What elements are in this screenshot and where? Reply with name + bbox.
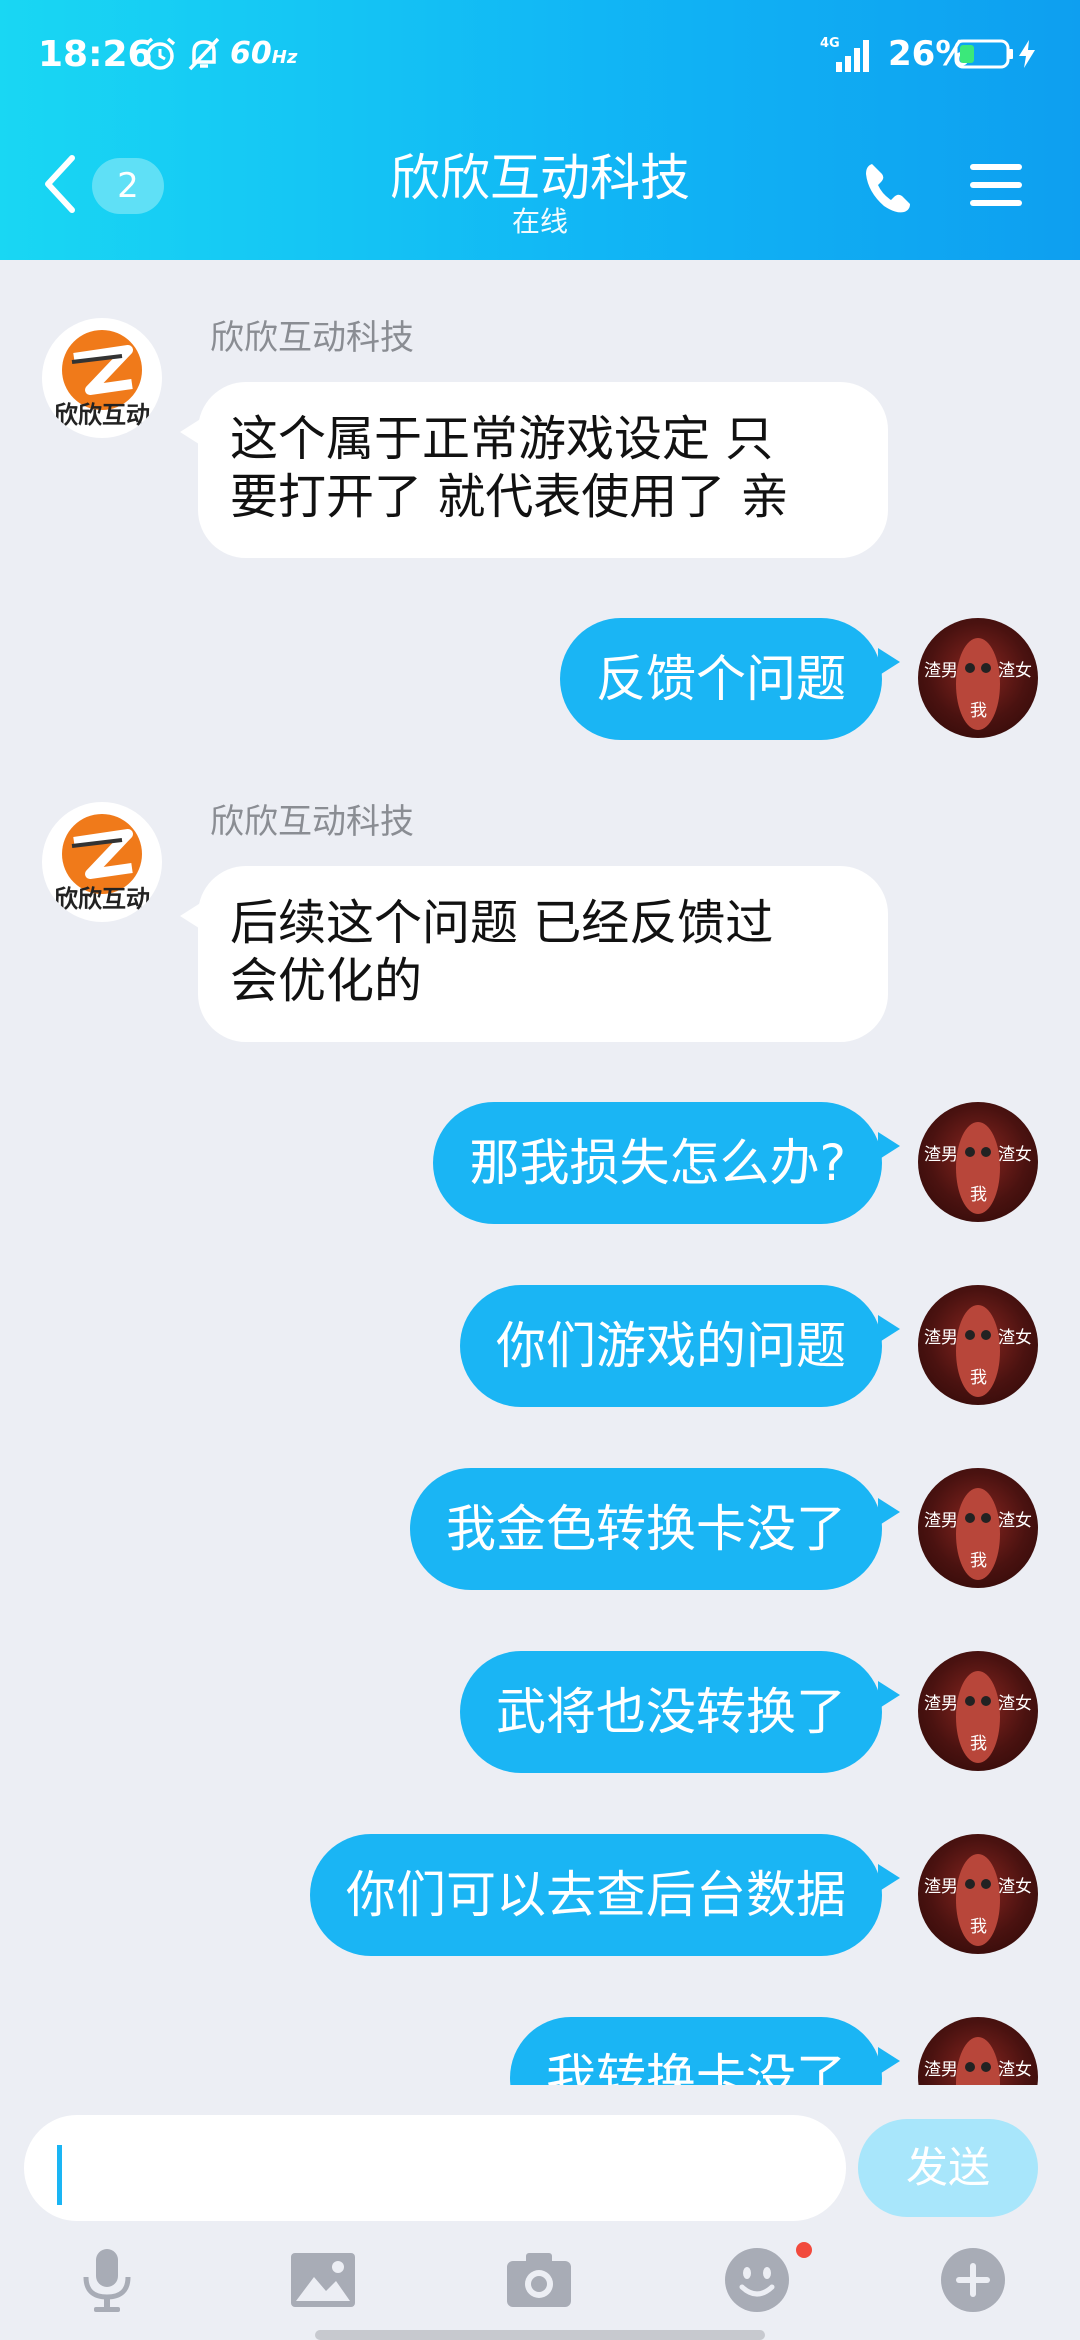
battery-icon xyxy=(954,39,1013,69)
svg-text:渣女: 渣女 xyxy=(998,2060,1032,2080)
message-text: 你们可以去查后台数据 xyxy=(346,1866,846,1924)
emoji-icon[interactable] xyxy=(722,2245,792,2315)
text-cursor xyxy=(57,2145,62,2205)
mic-icon[interactable] xyxy=(72,2245,142,2315)
outgoing-message-bubble[interactable]: 你们游戏的问题 xyxy=(460,1285,900,1407)
outgoing-message-bubble[interactable]: 我转换卡没了 xyxy=(510,2017,900,2085)
message-text-line: 要打开了 就代表使用了 亲 xyxy=(230,469,789,525)
svg-text:渣男: 渣男 xyxy=(924,1328,958,1348)
sender-name: 欣欣互动科技 xyxy=(210,318,414,358)
refresh-rate: 60Hz xyxy=(230,36,298,71)
company-logo-icon: 欣欣互动 xyxy=(54,330,150,429)
svg-text:渣女: 渣女 xyxy=(998,1145,1032,1165)
svg-text:渣男: 渣男 xyxy=(924,2060,958,2080)
svg-text:渣男: 渣男 xyxy=(924,1511,958,1531)
message-text: 反馈个问题 xyxy=(596,650,846,708)
status-bar: 18:26 60Hz 4G 26% xyxy=(0,0,1080,110)
charging-icon xyxy=(1019,40,1035,68)
my-avatar[interactable]: 渣男 渣女 我 xyxy=(918,1285,1038,1405)
svg-text:我: 我 xyxy=(970,1368,987,1388)
svg-text:渣女: 渣女 xyxy=(998,661,1032,681)
avatar-figure-icon: 渣男 渣女 我 xyxy=(924,2037,1032,2085)
svg-text:我: 我 xyxy=(970,701,987,721)
send-button[interactable]: 发送 xyxy=(858,2119,1038,2217)
svg-text:渣女: 渣女 xyxy=(998,1511,1032,1531)
my-avatar[interactable]: 渣男 渣女 我 xyxy=(918,1468,1038,1588)
company-avatar[interactable]: 欣欣互动 xyxy=(42,318,162,438)
online-status: 在线 xyxy=(511,205,568,238)
message-text-line: 后续这个问题 已经反馈过 xyxy=(230,895,774,951)
notification-dot xyxy=(796,2242,812,2258)
incoming-message-bubble[interactable]: 后续这个问题 已经反馈过 会优化的 xyxy=(180,866,888,1042)
svg-text:渣男: 渣男 xyxy=(924,1877,958,1897)
incoming-message-bubble[interactable]: 这个属于正常游戏设定 只 要打开了 就代表使用了 亲 xyxy=(180,382,888,558)
svg-text:我: 我 xyxy=(970,1734,987,1754)
outgoing-message-bubble[interactable]: 武将也没转换了 xyxy=(460,1651,900,1773)
avatar-figure-icon: 渣男 渣女 我 xyxy=(924,638,1032,730)
outgoing-message-bubble[interactable]: 那我损失怎么办? xyxy=(433,1102,900,1224)
svg-text:我: 我 xyxy=(970,1917,987,1937)
my-avatar[interactable]: 渣男 渣女 我 xyxy=(918,1102,1038,1222)
outgoing-message-bubble[interactable]: 反馈个问题 xyxy=(560,618,900,740)
message-text-line: 这个属于正常游戏设定 只 xyxy=(230,411,774,467)
company-logo-icon: 欣欣互动 xyxy=(54,814,150,913)
message-text: 武将也没转换了 xyxy=(496,1683,846,1741)
message-text: 你们游戏的问题 xyxy=(496,1317,846,1375)
chat-header: 18:26 60Hz 4G 26% 2 欣欣互动科技 在线 xyxy=(0,0,1080,260)
message-input[interactable] xyxy=(24,2115,846,2221)
plus-icon[interactable] xyxy=(938,2245,1008,2315)
svg-text:渣女: 渣女 xyxy=(998,1694,1032,1714)
outgoing-message-bubble[interactable]: 你们可以去查后台数据 xyxy=(310,1834,900,1956)
svg-text:欣欣互动: 欣欣互动 xyxy=(54,885,150,913)
alarm-icon xyxy=(144,37,176,70)
avatar-figure-icon: 渣男 渣女 我 xyxy=(924,1305,1032,1397)
phone-icon[interactable] xyxy=(862,160,914,216)
message-text-line: 会优化的 xyxy=(230,953,423,1009)
home-indicator[interactable] xyxy=(315,2330,765,2340)
input-area: 发送 xyxy=(0,2085,1080,2340)
svg-text:我: 我 xyxy=(970,1185,987,1205)
message-text: 我转换卡没了 xyxy=(546,2049,846,2085)
avatar-figure-icon: 渣男 渣女 我 xyxy=(924,1671,1032,1763)
avatar-figure-icon: 渣男 渣女 我 xyxy=(924,1122,1032,1214)
svg-text:渣女: 渣女 xyxy=(998,1328,1032,1348)
image-icon[interactable] xyxy=(288,2245,358,2315)
my-avatar[interactable]: 渣男 渣女 我 xyxy=(918,1651,1038,1771)
svg-text:渣女: 渣女 xyxy=(998,1877,1032,1897)
menu-icon[interactable] xyxy=(970,160,1022,210)
svg-text:欣欣互动: 欣欣互动 xyxy=(54,401,150,429)
svg-text:渣男: 渣男 xyxy=(924,661,958,681)
outgoing-message-bubble[interactable]: 我金色转换卡没了 xyxy=(410,1468,900,1590)
status-time: 18:26 xyxy=(38,34,153,75)
svg-text:4G: 4G xyxy=(820,36,840,51)
signal-icon: 4G xyxy=(820,36,869,72)
company-avatar[interactable]: 欣欣互动 xyxy=(42,802,162,922)
sender-name: 欣欣互动科技 xyxy=(210,802,414,842)
message-text: 那我损失怎么办? xyxy=(469,1134,846,1192)
message-list[interactable]: 欣欣互动 欣欣互动科技 这个属于正常游戏设定 只 要打开了 就代表使用了 亲 反… xyxy=(0,260,1080,2085)
avatar-figure-icon: 渣男 渣女 我 xyxy=(924,1488,1032,1580)
camera-icon[interactable] xyxy=(504,2245,574,2315)
my-avatar[interactable]: 渣男 渣女 我 xyxy=(918,618,1038,738)
svg-text:渣男: 渣男 xyxy=(924,1694,958,1714)
my-avatar[interactable]: 渣男 渣女 我 xyxy=(918,2017,1038,2085)
input-toolbar xyxy=(0,2245,1080,2325)
svg-text:我: 我 xyxy=(970,1551,987,1571)
svg-text:渣男: 渣男 xyxy=(924,1145,958,1165)
my-avatar[interactable]: 渣男 渣女 我 xyxy=(918,1834,1038,1954)
avatar-figure-icon: 渣男 渣女 我 xyxy=(924,1854,1032,1946)
message-text: 我金色转换卡没了 xyxy=(446,1500,846,1558)
mute-bell-icon xyxy=(188,37,220,71)
